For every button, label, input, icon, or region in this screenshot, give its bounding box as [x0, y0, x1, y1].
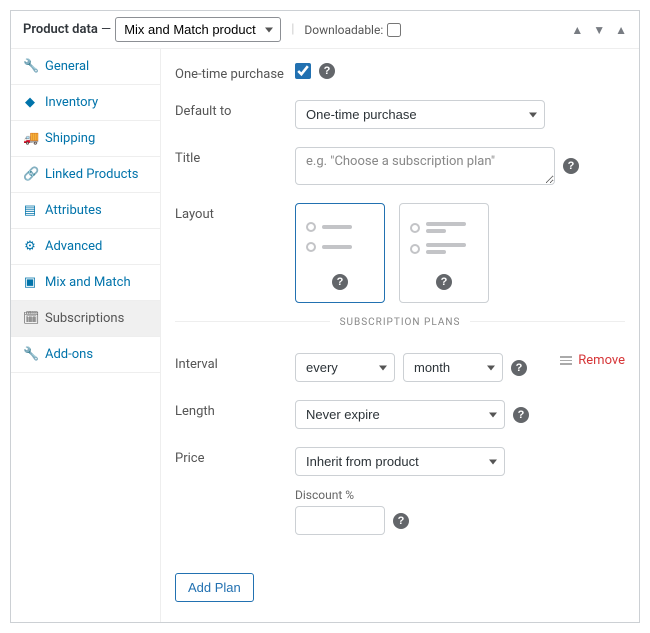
discount-field: Discount % ? — [295, 488, 409, 535]
gear-icon: ⚙ — [23, 239, 37, 254]
panel-header: Product data — Mix and Match product | D… — [11, 11, 639, 49]
discount-label: Discount % — [295, 488, 409, 502]
diamond-icon: ◆ — [23, 95, 37, 110]
help-icon[interactable]: ? — [436, 274, 452, 290]
downloadable-field[interactable]: Downloadable: — [304, 23, 401, 37]
panel-title: Product data — — [23, 22, 111, 37]
truck-icon: 🚚 — [23, 131, 37, 146]
list-icon: ▤ — [23, 203, 37, 218]
tab-subscriptions[interactable]: 🗓Subscriptions — [11, 301, 160, 337]
layout-option-compact[interactable]: ? — [295, 203, 385, 303]
interval-frequency-select[interactable]: every — [295, 353, 395, 382]
tab-general[interactable]: 🔧General — [11, 49, 160, 85]
drag-handle-icon[interactable] — [560, 356, 572, 365]
title-label: Title — [175, 147, 295, 166]
default-to-label: Default to — [175, 100, 295, 119]
length-row: Length Never expire ? — [175, 400, 625, 429]
title-row: Title ? — [175, 147, 625, 185]
tab-inventory[interactable]: ◆Inventory — [11, 85, 160, 121]
help-icon[interactable]: ? — [393, 513, 409, 529]
product-type-select[interactable]: Mix and Match product — [115, 17, 281, 42]
tab-content: One-time purchase ? Default to One-time … — [161, 49, 639, 622]
grid-icon: ▣ — [23, 275, 37, 290]
tab-attributes[interactable]: ▤Attributes — [11, 193, 160, 229]
wrench-icon: 🔧 — [23, 59, 37, 74]
length-select[interactable]: Never expire — [295, 400, 505, 429]
wrench-icon: 🔧 — [23, 347, 37, 362]
downloadable-checkbox[interactable] — [387, 23, 401, 37]
link-icon: 🔗 — [23, 167, 37, 182]
subscription-plans-divider: SUBSCRIPTION PLANS — [175, 321, 625, 337]
one-time-purchase-label: One-time purchase — [175, 63, 295, 82]
discount-input[interactable] — [295, 506, 385, 535]
price-select[interactable]: Inherit from product — [295, 447, 505, 476]
panel-toggles: ▲ ▼ ▲ — [571, 23, 627, 37]
remove-plan-button[interactable]: Remove — [578, 353, 625, 368]
layout-options: ? ? — [295, 203, 489, 303]
subscription-plans-title: SUBSCRIPTION PLANS — [330, 317, 471, 328]
panel-move-up-icon[interactable]: ▲ — [571, 23, 583, 37]
tab-advanced[interactable]: ⚙Advanced — [11, 229, 160, 265]
calendar-icon: 🗓 — [23, 311, 37, 326]
interval-period-select[interactable]: month — [403, 353, 503, 382]
price-label: Price — [175, 447, 295, 466]
plan-remove-control: Remove — [560, 353, 625, 368]
product-data-panel: Product data — Mix and Match product | D… — [10, 10, 640, 623]
one-time-purchase-row: One-time purchase ? — [175, 63, 625, 82]
tab-linked-products[interactable]: 🔗Linked Products — [11, 157, 160, 193]
downloadable-label: Downloadable: — [304, 23, 383, 37]
length-label: Length — [175, 400, 295, 419]
tab-mix-and-match[interactable]: ▣Mix and Match — [11, 265, 160, 301]
layout-option-detailed[interactable]: ? — [399, 203, 489, 303]
interval-label: Interval — [175, 353, 295, 372]
panel-body: 🔧General ◆Inventory 🚚Shipping 🔗Linked Pr… — [11, 49, 639, 622]
header-separator: | — [291, 22, 294, 37]
subscription-plan: Remove Interval every month — [175, 353, 625, 535]
layout-row: Layout ? — [175, 203, 625, 303]
help-icon[interactable]: ? — [332, 274, 348, 290]
price-row: Price Inherit from product Discount % ? — [175, 447, 625, 535]
help-icon[interactable]: ? — [563, 158, 579, 174]
default-to-row: Default to One-time purchase — [175, 100, 625, 129]
product-data-tabs: 🔧General ◆Inventory 🚚Shipping 🔗Linked Pr… — [11, 49, 161, 622]
tab-shipping[interactable]: 🚚Shipping — [11, 121, 160, 157]
panel-collapse-icon[interactable]: ▲ — [615, 23, 627, 37]
title-input[interactable] — [295, 147, 555, 185]
help-icon[interactable]: ? — [511, 360, 527, 376]
tab-add-ons[interactable]: 🔧Add-ons — [11, 337, 160, 373]
help-icon[interactable]: ? — [513, 407, 529, 423]
add-plan-button[interactable]: Add Plan — [175, 573, 254, 602]
one-time-purchase-checkbox[interactable] — [295, 63, 311, 79]
panel-move-down-icon[interactable]: ▼ — [593, 23, 605, 37]
help-icon[interactable]: ? — [319, 63, 335, 79]
interval-row: Interval every month ? — [175, 353, 625, 382]
layout-label: Layout — [175, 203, 295, 222]
default-to-select[interactable]: One-time purchase — [295, 100, 545, 129]
